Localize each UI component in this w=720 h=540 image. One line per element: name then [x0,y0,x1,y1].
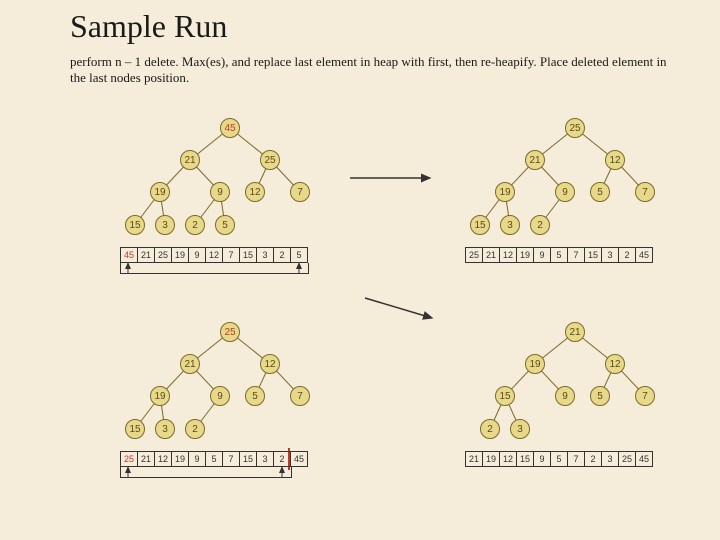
tree-node: 12 [605,150,625,170]
array-cell: 19 [516,247,534,263]
array-cell: 3 [601,247,619,263]
array-cell: 45 [635,247,653,263]
array-cell: 7 [567,451,585,467]
tree-node: 21 [180,354,200,374]
array-cell: 25 [120,451,138,467]
array-cell: 21 [482,247,500,263]
tree-node: 7 [635,182,655,202]
tree-node: 7 [635,386,655,406]
array-cell: 2 [618,247,636,263]
tree-node: 21 [525,150,545,170]
tree-node: 25 [220,322,240,342]
tree-node: 2 [185,215,205,235]
array-cell: 9 [533,451,551,467]
array-cell: 19 [482,451,500,467]
tree-node: 3 [155,419,175,439]
array-cell: 21 [137,247,155,263]
array-arr1: 45212519912715325 [120,247,308,263]
tree-node: 9 [210,386,230,406]
tree-node: 5 [245,386,265,406]
tree-node: 9 [555,386,575,406]
tree-node: 2 [480,419,500,439]
array-cell: 21 [465,451,483,467]
array-cell: 2 [273,247,291,263]
array-cell: 3 [256,247,274,263]
array-cell: 45 [120,247,138,263]
array-cell: 25 [465,247,483,263]
array-arr4: 21191215957232545 [465,451,653,467]
array-cell: 2 [273,451,291,467]
page-title: Sample Run [70,8,227,45]
array-cell: 15 [516,451,534,467]
array-cell: 3 [256,451,274,467]
tree-node: 21 [565,322,585,342]
array-cell: 45 [635,451,653,467]
array-cell: 7 [222,451,240,467]
array-arr2: 25211219957153245 [465,247,653,263]
tree-node: 19 [150,386,170,406]
tree-node: 2 [185,419,205,439]
tree-node: 7 [290,386,310,406]
tree-node: 7 [290,182,310,202]
array-cell: 9 [533,247,551,263]
tree-node: 15 [470,215,490,235]
array-cell: 5 [290,247,308,263]
array-cell: 9 [188,451,206,467]
array-cell: 21 [137,451,155,467]
array-cell: 19 [171,451,189,467]
tree-node: 5 [215,215,235,235]
array-cell: 45 [290,451,308,467]
array-cell: 12 [205,247,223,263]
bracket [120,263,309,274]
tree-node: 3 [500,215,520,235]
tree-node: 15 [125,419,145,439]
tree-node: 25 [565,118,585,138]
array-cell: 12 [499,451,517,467]
tree-node: 3 [155,215,175,235]
tree-node: 9 [555,182,575,202]
tree-node: 12 [245,182,265,202]
array-cell: 15 [584,247,602,263]
array-cell: 9 [188,247,206,263]
tree-node: 3 [510,419,530,439]
array-cell: 25 [618,451,636,467]
array-cell: 7 [567,247,585,263]
tree-node: 15 [495,386,515,406]
tree-node: 45 [220,118,240,138]
tree-node: 12 [260,354,280,374]
tree-node: 15 [125,215,145,235]
array-cell: 7 [222,247,240,263]
array-arr3: 25211219957153245 [120,451,308,467]
array-cell: 25 [154,247,172,263]
tree-node: 2 [530,215,550,235]
array-cell: 5 [550,451,568,467]
array-cell: 5 [550,247,568,263]
tree-node: 25 [260,150,280,170]
bracket [120,467,292,478]
tree-node: 19 [150,182,170,202]
tree-node: 19 [525,354,545,374]
array-cell: 15 [239,451,257,467]
page-subtitle: perform n – 1 delete. Max(es), and repla… [70,54,680,87]
tree-node: 9 [210,182,230,202]
tree-node: 5 [590,182,610,202]
tree-node: 21 [180,150,200,170]
tree-node: 5 [590,386,610,406]
tree-node: 12 [605,354,625,374]
array-cell: 15 [239,247,257,263]
array-cell: 12 [154,451,172,467]
array-cell: 3 [601,451,619,467]
array-cell: 2 [584,451,602,467]
array-cell: 12 [499,247,517,263]
array-cell: 19 [171,247,189,263]
tree-node: 19 [495,182,515,202]
array-cell: 5 [205,451,223,467]
